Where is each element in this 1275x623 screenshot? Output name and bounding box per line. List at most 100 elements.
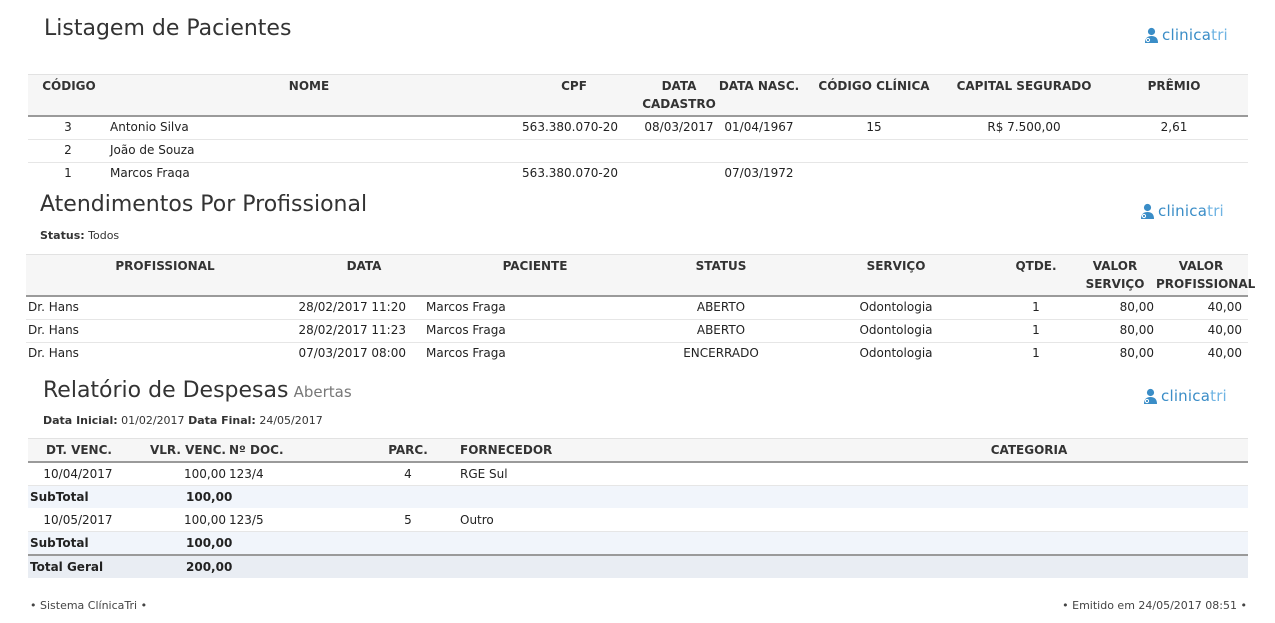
data-inicial-value: 01/02/2017 xyxy=(121,414,185,427)
data-final-value: 24/05/2017 xyxy=(259,414,323,427)
patient-data-cadastro: 08/03/2017 xyxy=(644,120,714,134)
col-data-nasc: DATA NASC. xyxy=(718,79,800,93)
logo-text-light: tri xyxy=(1211,26,1228,44)
logo-text-bold: clinica xyxy=(1158,202,1208,220)
row-divider xyxy=(26,342,1248,343)
footer-system: • Sistema ClínicaTri • xyxy=(30,599,148,612)
col-parc: PARC. xyxy=(388,443,428,457)
status-value: Todos xyxy=(88,229,120,242)
col-vlr-venc: VLR. VENC. xyxy=(149,443,226,457)
logo-text-bold: clinica xyxy=(1162,26,1212,44)
patient-codigo: 3 xyxy=(64,120,72,134)
atend-servico: Odontologia xyxy=(859,346,933,360)
atend-qtde: 1 xyxy=(1032,323,1040,337)
col-premio: PRÊMIO xyxy=(1147,79,1201,93)
subtotal-label: SubTotal xyxy=(30,490,89,504)
col-data: DATA xyxy=(346,259,382,273)
despesas-title: Relatório de Despesas xyxy=(43,378,289,403)
doctor-icon xyxy=(1141,203,1154,219)
atend-qtde: 1 xyxy=(1032,346,1040,360)
despesa-vlr-venc: 100,00 xyxy=(184,513,226,527)
row-divider xyxy=(26,319,1248,320)
data-inicial-label: Data Inicial: xyxy=(43,414,118,427)
col-codigo: CÓDIGO xyxy=(42,79,96,93)
clinicatri-logo: clinicatri xyxy=(1144,26,1228,44)
patient-capital: R$ 7.500,00 xyxy=(987,120,1061,134)
col-nome: NOME xyxy=(288,79,330,93)
atendimentos-title: Atendimentos Por Profissional xyxy=(40,192,368,217)
col-profissional: PROFISSIONAL xyxy=(115,259,215,273)
status-label: Status: xyxy=(40,229,85,242)
despesas-subtitle: Abertas xyxy=(293,383,352,401)
atend-status: ENCERRADO xyxy=(683,346,759,360)
patients-title: Listagem de Pacientes xyxy=(44,16,292,41)
patient-codigo-clinica: 15 xyxy=(866,120,882,134)
col-status: STATUS xyxy=(695,259,747,273)
col-paciente: PACIENTE xyxy=(502,259,568,273)
total-label: Total Geral xyxy=(30,560,104,574)
despesa-n-doc: 123/4 xyxy=(229,467,264,481)
subtotal-value: 100,00 xyxy=(186,490,233,504)
atend-profissional: Dr. Hans xyxy=(28,300,79,314)
patient-data-nasc: 07/03/1972 xyxy=(724,166,794,178)
despesa-parc: 5 xyxy=(404,513,412,527)
col-data-cadastro-2: CADASTRO xyxy=(642,97,716,111)
col-valor-servico-2: SERVIÇO xyxy=(1085,277,1145,291)
logo-text-light: tri xyxy=(1210,387,1227,405)
patient-nome: Antonio Silva xyxy=(110,120,189,134)
logo-text-bold: clinica xyxy=(1161,387,1211,405)
atend-data: 28/02/2017 11:23 xyxy=(298,323,406,337)
atend-servico: Odontologia xyxy=(859,300,933,314)
atend-servico: Odontologia xyxy=(859,323,933,337)
patient-codigo: 1 xyxy=(64,166,72,178)
patient-cpf: 563.380.070-20 xyxy=(522,120,618,134)
patient-codigo: 2 xyxy=(64,143,72,157)
row-divider xyxy=(28,139,1248,140)
col-cpf: CPF xyxy=(561,79,587,93)
despesa-vlr-venc: 100,00 xyxy=(184,467,226,481)
despesa-dt-venc: 10/05/2017 xyxy=(43,513,113,527)
date-range: Data Inicial: 01/02/2017 Data Final: 24/… xyxy=(43,414,323,427)
subtotal-label: SubTotal xyxy=(30,536,89,550)
atend-valor-servico: 80,00 xyxy=(1119,300,1154,314)
despesa-dt-venc: 10/04/2017 xyxy=(43,467,113,481)
logo-text-light: tri xyxy=(1207,202,1224,220)
atend-qtde: 1 xyxy=(1032,300,1040,314)
col-fornecedor: FORNECEDOR xyxy=(460,443,553,457)
atend-paciente: Marcos Fraga xyxy=(426,300,506,314)
col-valor-profissional-2: PROFISSIONAL xyxy=(1156,277,1256,291)
doctor-icon xyxy=(1145,27,1158,43)
despesas-heading: Relatório de Despesas Abertas xyxy=(43,378,352,403)
subtotal-value: 100,00 xyxy=(186,536,233,550)
footer-emitted: • Emitido em 24/05/2017 08:51 • xyxy=(1062,599,1247,612)
col-capital-segurado: CAPITAL SEGURADO xyxy=(956,79,1092,93)
col-valor-servico-1: VALOR xyxy=(1092,259,1138,273)
total-value: 200,00 xyxy=(186,560,233,574)
despesa-fornecedor: Outro xyxy=(460,513,494,527)
data-final-label: Data Final: xyxy=(188,414,256,427)
despesa-parc: 4 xyxy=(404,467,412,481)
col-n-doc: Nº DOC. xyxy=(229,443,284,457)
status-filter: Status: Todos xyxy=(40,229,119,242)
atend-valor-profissional: 40,00 xyxy=(1207,323,1242,337)
col-valor-profissional-1: VALOR xyxy=(1178,259,1224,273)
row-divider xyxy=(28,162,1248,163)
col-data-cadastro-1: DATA xyxy=(661,79,697,93)
atend-paciente: Marcos Fraga xyxy=(426,346,506,360)
atend-profissional: Dr. Hans xyxy=(28,323,79,337)
col-dt-venc: DT. VENC. xyxy=(46,443,112,457)
clinicatri-logo: clinicatri xyxy=(1140,202,1224,220)
atend-data: 07/03/2017 08:00 xyxy=(298,346,406,360)
clinicatri-logo: clinicatri xyxy=(1143,387,1227,405)
despesa-fornecedor: RGE Sul xyxy=(460,467,508,481)
patient-premio: 2,61 xyxy=(1160,120,1188,134)
col-qtde: QTDE. xyxy=(1015,259,1057,273)
despesa-n-doc: 123/5 xyxy=(229,513,264,527)
patient-cpf: 563.380.070-20 xyxy=(522,166,618,178)
atend-valor-servico: 80,00 xyxy=(1119,346,1154,360)
col-categoria: CATEGORIA xyxy=(990,443,1068,457)
col-codigo-clinica: CÓDIGO CLÍNICA xyxy=(818,79,930,93)
atend-status: ABERTO xyxy=(696,300,746,314)
patient-nome: Marcos Fraga xyxy=(110,166,190,178)
atend-valor-servico: 80,00 xyxy=(1119,323,1154,337)
